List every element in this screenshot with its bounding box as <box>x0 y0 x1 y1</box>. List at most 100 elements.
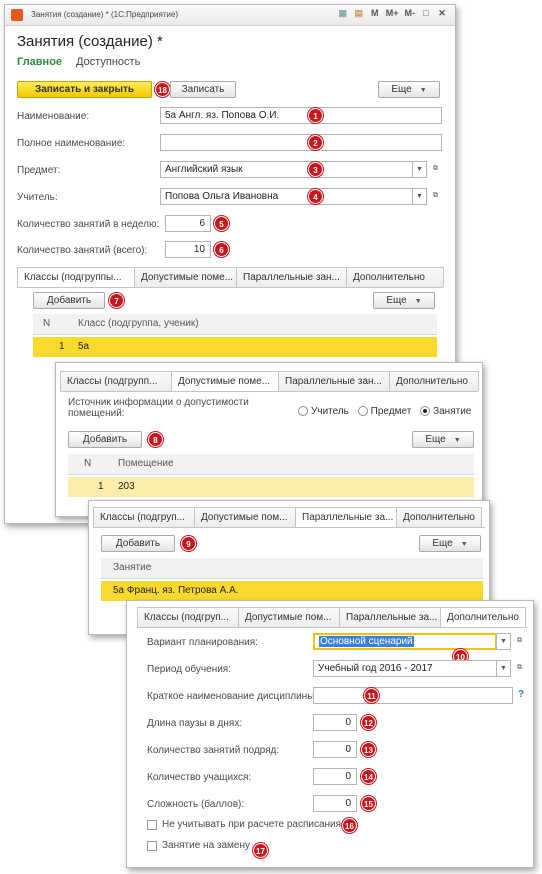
tab-parallel[interactable]: Параллельные зан... <box>236 267 347 287</box>
students-field[interactable]: 0 <box>313 768 357 785</box>
tab-classes[interactable]: Классы (подгрупп... <box>60 371 172 391</box>
pause-field[interactable]: 0 <box>313 714 357 731</box>
col-lesson: Занятие <box>113 562 152 573</box>
tab-classes[interactable]: Классы (подгруп... <box>137 607 239 627</box>
subject-dropdown-button[interactable]: ▼ <box>412 161 427 178</box>
table-row[interactable]: 5а Франц. яз. Петрова А.А. <box>101 581 483 601</box>
row-n: 1 <box>59 341 65 352</box>
difficulty-field[interactable]: 0 <box>313 795 357 812</box>
teacher-open-icon[interactable]: ⧉ <box>428 188 443 205</box>
tab-parallel[interactable]: Параллельные за... <box>339 607 441 627</box>
total-field[interactable]: 10 <box>165 241 211 258</box>
memory-m-button[interactable]: M <box>370 8 380 19</box>
badge-12: 12 <box>361 715 376 730</box>
period-open-icon[interactable]: ⧉ <box>512 660 527 677</box>
badge-11: 11 <box>364 688 379 703</box>
extra-panel: Классы (подгруп... Допустимые пом... Пар… <box>126 600 534 868</box>
teacher-field[interactable]: Попова Ольга Ивановна <box>160 188 413 205</box>
row-lesson: 5а Франц. яз. Петрова А.А. <box>113 585 239 596</box>
col-room: Помещение <box>118 458 174 469</box>
tab-body-line <box>17 287 443 288</box>
form-nav: Главное Доступность <box>17 56 140 68</box>
name-field[interactable]: 5а Англ. яз. Попова О.И. <box>160 107 442 124</box>
more-button-label: Еще <box>391 84 412 95</box>
subject-field[interactable]: Английский язык <box>160 161 413 178</box>
period-dropdown-button[interactable]: ▼ <box>496 660 511 677</box>
plan-dropdown-button[interactable]: ▼ <box>496 633 511 650</box>
row-n: 1 <box>98 481 104 492</box>
close-icon[interactable]: ✕ <box>437 8 447 19</box>
more-button[interactable]: Еще ▼ <box>378 81 440 98</box>
radio-subject-label: Предмет <box>370 406 412 417</box>
badge-6: 6 <box>214 242 229 257</box>
table-row[interactable]: 1 203 <box>68 477 474 497</box>
plan-open-icon[interactable]: ⧉ <box>512 633 527 650</box>
tab-body-line <box>60 391 478 392</box>
maximize-icon[interactable]: □ <box>421 8 431 19</box>
radio-subject[interactable]: Предмет <box>357 406 412 417</box>
col-n: N <box>43 318 51 329</box>
in-row-field[interactable]: 0 <box>313 741 357 758</box>
radio-lesson[interactable]: Занятие <box>420 406 471 417</box>
rooms-panel: Классы (подгрупп... Допустимые поме... П… <box>55 362 483 517</box>
badge-16: 16 <box>342 818 357 833</box>
ignore-checkbox[interactable] <box>147 820 157 830</box>
chevron-down-icon: ▼ <box>414 298 422 305</box>
rooms-more-button[interactable]: Еще ▼ <box>412 431 474 448</box>
nav-access[interactable]: Доступность <box>76 56 140 68</box>
badge-1: 1 <box>308 108 323 123</box>
tab-extra[interactable]: Дополнительно <box>396 507 482 527</box>
tab-extra[interactable]: Дополнительно <box>389 371 479 391</box>
replacement-label: Занятие на замену <box>162 840 251 851</box>
tab-parallel[interactable]: Параллельные за... <box>295 507 397 528</box>
pause-label: Длина паузы в днях: <box>147 718 243 729</box>
radio-icon <box>357 406 368 416</box>
classes-more-button[interactable]: Еще ▼ <box>373 292 435 309</box>
table-row[interactable]: 1 5а <box>33 337 437 357</box>
badge-8: 8 <box>148 432 163 447</box>
add-room-button[interactable]: Добавить <box>68 431 142 448</box>
add-class-button[interactable]: Добавить <box>33 292 105 309</box>
parallel-more-button[interactable]: Еще ▼ <box>419 535 481 552</box>
badge-13: 13 <box>361 742 376 757</box>
nav-main[interactable]: Главное <box>17 56 62 68</box>
tab-extra[interactable]: Дополнительно <box>346 267 444 287</box>
calendar-icon[interactable]: ▦ <box>338 8 348 19</box>
calculator-icon[interactable]: ▤ <box>354 8 364 19</box>
badge-9: 9 <box>181 536 196 551</box>
short-name-field[interactable] <box>313 687 513 704</box>
save-button[interactable]: Записать <box>170 81 236 98</box>
total-label: Количество занятий (всего): <box>17 245 148 256</box>
tab-rooms[interactable]: Допустимые пом... <box>194 507 296 527</box>
teacher-label: Учитель: <box>17 192 58 203</box>
window-controls: ▦ ▤ M M+ M- □ ✕ <box>338 8 447 19</box>
replacement-checkbox[interactable] <box>147 841 157 851</box>
radio-lesson-label: Занятие <box>433 406 472 417</box>
save-close-button[interactable]: Записать и закрыть <box>17 81 152 98</box>
classes-more-label: Еще <box>386 295 407 306</box>
source-radio-group: Учитель Предмет Занятие <box>298 406 471 417</box>
tabs-main: Классы (подгруппы... Допустимые поме... … <box>17 267 444 288</box>
tab-extra[interactable]: Дополнительно <box>440 607 526 628</box>
help-icon[interactable]: ? <box>518 689 524 700</box>
rooms-more-label: Еще <box>425 434 446 445</box>
badge-2: 2 <box>308 135 323 150</box>
tab-rooms[interactable]: Допустимые пом... <box>238 607 340 627</box>
fullname-field[interactable] <box>160 134 442 151</box>
fullname-label: Полное наименование: <box>17 138 126 149</box>
page-title: Занятия (создание) * <box>17 33 163 50</box>
memory-plus-button[interactable]: M+ <box>386 8 399 19</box>
subject-open-icon[interactable]: ⧉ <box>428 161 443 178</box>
radio-teacher[interactable]: Учитель <box>298 406 349 417</box>
tab-classes[interactable]: Классы (подгруппы... <box>17 267 135 288</box>
teacher-dropdown-button[interactable]: ▼ <box>412 188 427 205</box>
tab-rooms[interactable]: Допустимые поме... <box>171 371 279 392</box>
tab-parallel[interactable]: Параллельные зан... <box>278 371 390 391</box>
plan-field[interactable]: Основной сценарий <box>313 633 497 650</box>
period-field[interactable]: Учебный год 2016 - 2017 <box>313 660 497 677</box>
tab-rooms[interactable]: Допустимые поме... <box>134 267 237 287</box>
tab-classes[interactable]: Классы (подгруп... <box>93 507 195 527</box>
memory-minus-button[interactable]: M- <box>405 8 416 19</box>
add-parallel-button[interactable]: Добавить <box>101 535 175 552</box>
per-week-field[interactable]: 6 <box>165 215 211 232</box>
